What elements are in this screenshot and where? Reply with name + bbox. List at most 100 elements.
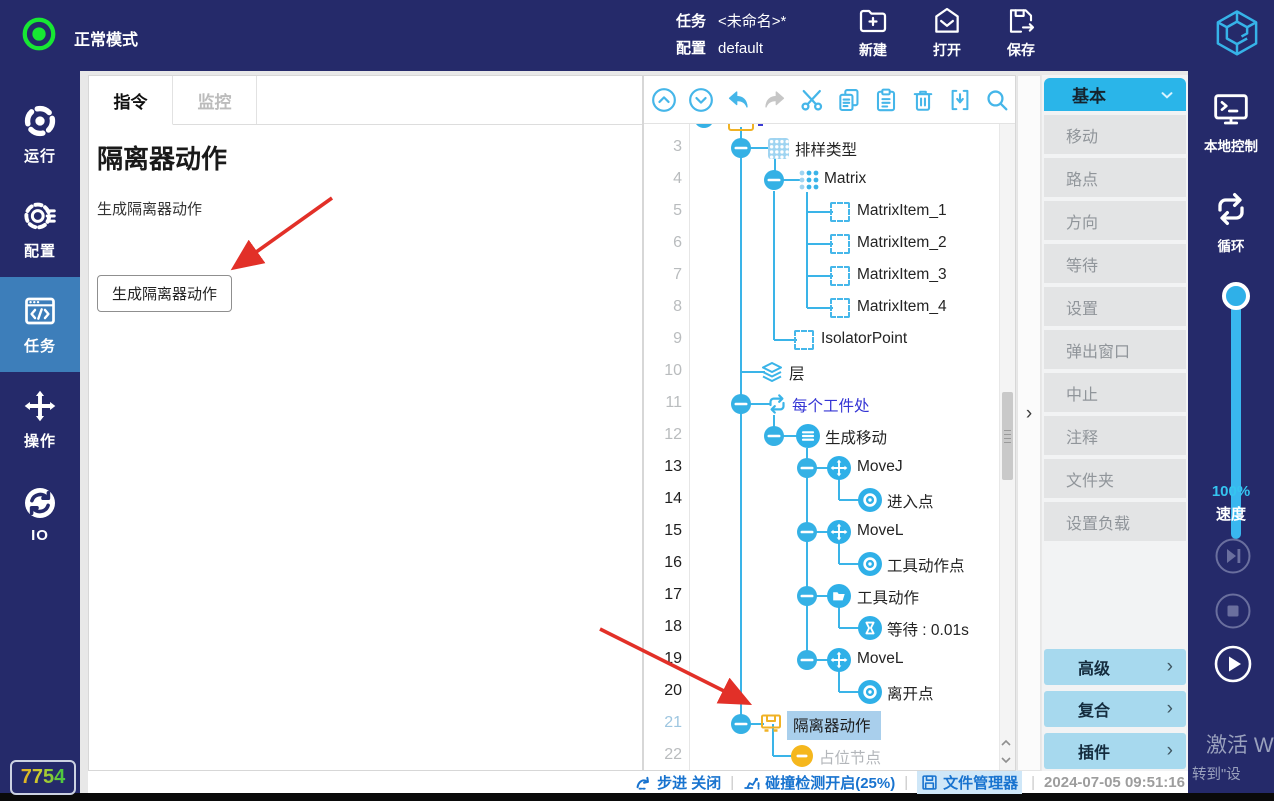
- palette-item[interactable]: 设置: [1044, 287, 1186, 326]
- sidebar-item-operate[interactable]: 操作: [0, 372, 80, 467]
- line-number: 17: [664, 586, 682, 603]
- io-icon: [22, 485, 58, 521]
- insert-icon[interactable]: [947, 87, 973, 113]
- save-button[interactable]: 保存: [990, 5, 1052, 60]
- tab-instruction[interactable]: 指令: [89, 76, 173, 125]
- speed-slider-knob[interactable]: [1222, 282, 1250, 310]
- tree-scrollbar[interactable]: [999, 124, 1015, 770]
- tree-node-label[interactable]: 离开点: [887, 682, 934, 704]
- task-meta: 任务 <未命名>* 配置 default: [676, 8, 786, 62]
- step-forward-button[interactable]: [1213, 536, 1253, 576]
- tree-node-label[interactable]: 每个工件处: [792, 394, 870, 416]
- tree-node-label[interactable]: 排样类型: [795, 138, 857, 160]
- tree-node-label[interactable]: 生成移动: [825, 426, 887, 448]
- scroll-up-icon[interactable]: [999, 736, 1013, 750]
- generate-isolator-action-button[interactable]: 生成隔离器动作: [97, 275, 233, 312]
- right-control-bar: 本地控制 循环 100% 速度 激活 W 转到"设: [1188, 71, 1274, 793]
- scrollbar-thumb[interactable]: [1002, 392, 1013, 480]
- tree-node-label[interactable]: MatrixItem_2: [857, 234, 947, 252]
- line-number: 15: [664, 522, 682, 539]
- collapse-toggle[interactable]: [796, 585, 818, 607]
- palette-item[interactable]: 方向: [1044, 201, 1186, 240]
- tree-node-label[interactable]: Matrix: [824, 170, 866, 188]
- panel-expand-handle[interactable]: ›: [1017, 75, 1041, 771]
- open-button[interactable]: 打开: [916, 5, 978, 60]
- tree-node-label[interactable]: MoveJ: [857, 458, 903, 476]
- wait-node-icon: [857, 615, 883, 641]
- collision-detection-status[interactable]: 碰撞检测开启(25%): [743, 772, 895, 793]
- file-manager-button[interactable]: 文件管理器: [917, 770, 1023, 794]
- tree-node-label[interactable]: 工具动作点: [887, 554, 965, 576]
- play-button[interactable]: [1213, 644, 1253, 684]
- move-up-icon[interactable]: [651, 87, 677, 113]
- collapse-toggle[interactable]: [796, 521, 818, 543]
- tree-node-label[interactable]: MoveL: [857, 650, 904, 668]
- tree-node-label[interactable]: 层: [789, 362, 805, 384]
- line-number: 5: [673, 202, 682, 219]
- undo-icon[interactable]: [725, 87, 751, 113]
- sidebar-item-config[interactable]: 配置: [0, 182, 80, 277]
- palette-item[interactable]: 注释: [1044, 416, 1186, 455]
- palette-header-basic[interactable]: 基本: [1044, 78, 1186, 111]
- speed-value: 100%: [1211, 483, 1251, 500]
- local-control-button[interactable]: 本地控制: [1188, 89, 1274, 155]
- step-mode-status[interactable]: 步进 关闭: [635, 772, 721, 793]
- program-tree: 3 排样类型 4 Matrix 5 MatrixItem_1 6 MatrixItem_2 7 M…: [644, 124, 1015, 770]
- app-logo-icon: [1210, 6, 1264, 62]
- tree-node-label[interactable]: 工具动作: [857, 586, 919, 608]
- collision-icon: [743, 774, 760, 791]
- move-down-icon[interactable]: [688, 87, 714, 113]
- speed-slider-track[interactable]: [1231, 287, 1241, 539]
- palette-item[interactable]: 路点: [1044, 158, 1186, 197]
- delete-icon[interactable]: [910, 87, 936, 113]
- palette-item[interactable]: 等待: [1044, 244, 1186, 283]
- line-number: 12: [664, 426, 682, 443]
- palette-item[interactable]: 文件夹: [1044, 459, 1186, 498]
- palette-group-复合[interactable]: 复合 ›: [1044, 691, 1186, 727]
- tree-node-label[interactable]: 等待 : 0.01s: [887, 618, 969, 640]
- search-icon[interactable]: [984, 87, 1010, 113]
- palette-item[interactable]: 移动: [1044, 115, 1186, 154]
- collapse-toggle[interactable]: [796, 457, 818, 479]
- tree-node-label[interactable]: 隔离器动作: [787, 711, 881, 740]
- tree-node-label[interactable]: MatrixItem_3: [857, 266, 947, 284]
- scroll-down-icon[interactable]: [999, 753, 1013, 767]
- collapse-toggle[interactable]: [693, 124, 715, 129]
- new-button[interactable]: 新建: [842, 5, 904, 60]
- tree-node-label[interactable]: MatrixItem_1: [857, 202, 947, 220]
- sidebar-item-io[interactable]: IO: [0, 467, 80, 562]
- palette-group-高级[interactable]: 高级 ›: [1044, 649, 1186, 685]
- tree-node-label[interactable]: MoveL: [857, 522, 904, 540]
- collapse-toggle[interactable]: [730, 137, 752, 159]
- tab-monitor[interactable]: 监控: [173, 76, 257, 124]
- sidebar-item-task[interactable]: 任务: [0, 277, 80, 372]
- loop-control-button[interactable]: 循环: [1188, 189, 1274, 255]
- tree-connector: [740, 127, 742, 724]
- status-code-badge[interactable]: 7754: [10, 760, 76, 795]
- cut-icon[interactable]: [799, 87, 825, 113]
- tree-node-label[interactable]: IsolatorPoint: [821, 330, 907, 348]
- collapse-toggle[interactable]: [763, 425, 785, 447]
- loop-icon: [1211, 189, 1251, 229]
- palette-item[interactable]: 设置负载: [1044, 502, 1186, 541]
- sidebar-item-run[interactable]: 运行: [0, 87, 80, 182]
- tree-connector: [806, 448, 808, 660]
- tree-node-label[interactable]: 占位节点: [819, 746, 881, 768]
- palette-item[interactable]: 弹出窗口: [1044, 330, 1186, 369]
- copy-icon[interactable]: [836, 87, 862, 113]
- stop-button[interactable]: [1213, 591, 1253, 631]
- tree-node-label[interactable]: 进入点: [887, 490, 934, 512]
- line-number: 14: [664, 490, 682, 507]
- collapse-toggle[interactable]: [796, 649, 818, 671]
- collapse-toggle[interactable]: [730, 393, 752, 415]
- file-manager-icon: [921, 774, 938, 791]
- palette-item[interactable]: 中止: [1044, 373, 1186, 412]
- paste-icon[interactable]: [873, 87, 899, 113]
- task-code-icon: [22, 293, 58, 329]
- palette-group-插件[interactable]: 插件 ›: [1044, 733, 1186, 769]
- tree-connector: [773, 191, 775, 340]
- collapse-toggle[interactable]: [730, 713, 752, 735]
- collapse-toggle[interactable]: [763, 169, 785, 191]
- tree-node-label[interactable]: MatrixItem_4: [857, 298, 947, 316]
- top-bar: 正常模式 任务 <未命名>* 配置 default 新建 打开 保存: [0, 0, 1274, 71]
